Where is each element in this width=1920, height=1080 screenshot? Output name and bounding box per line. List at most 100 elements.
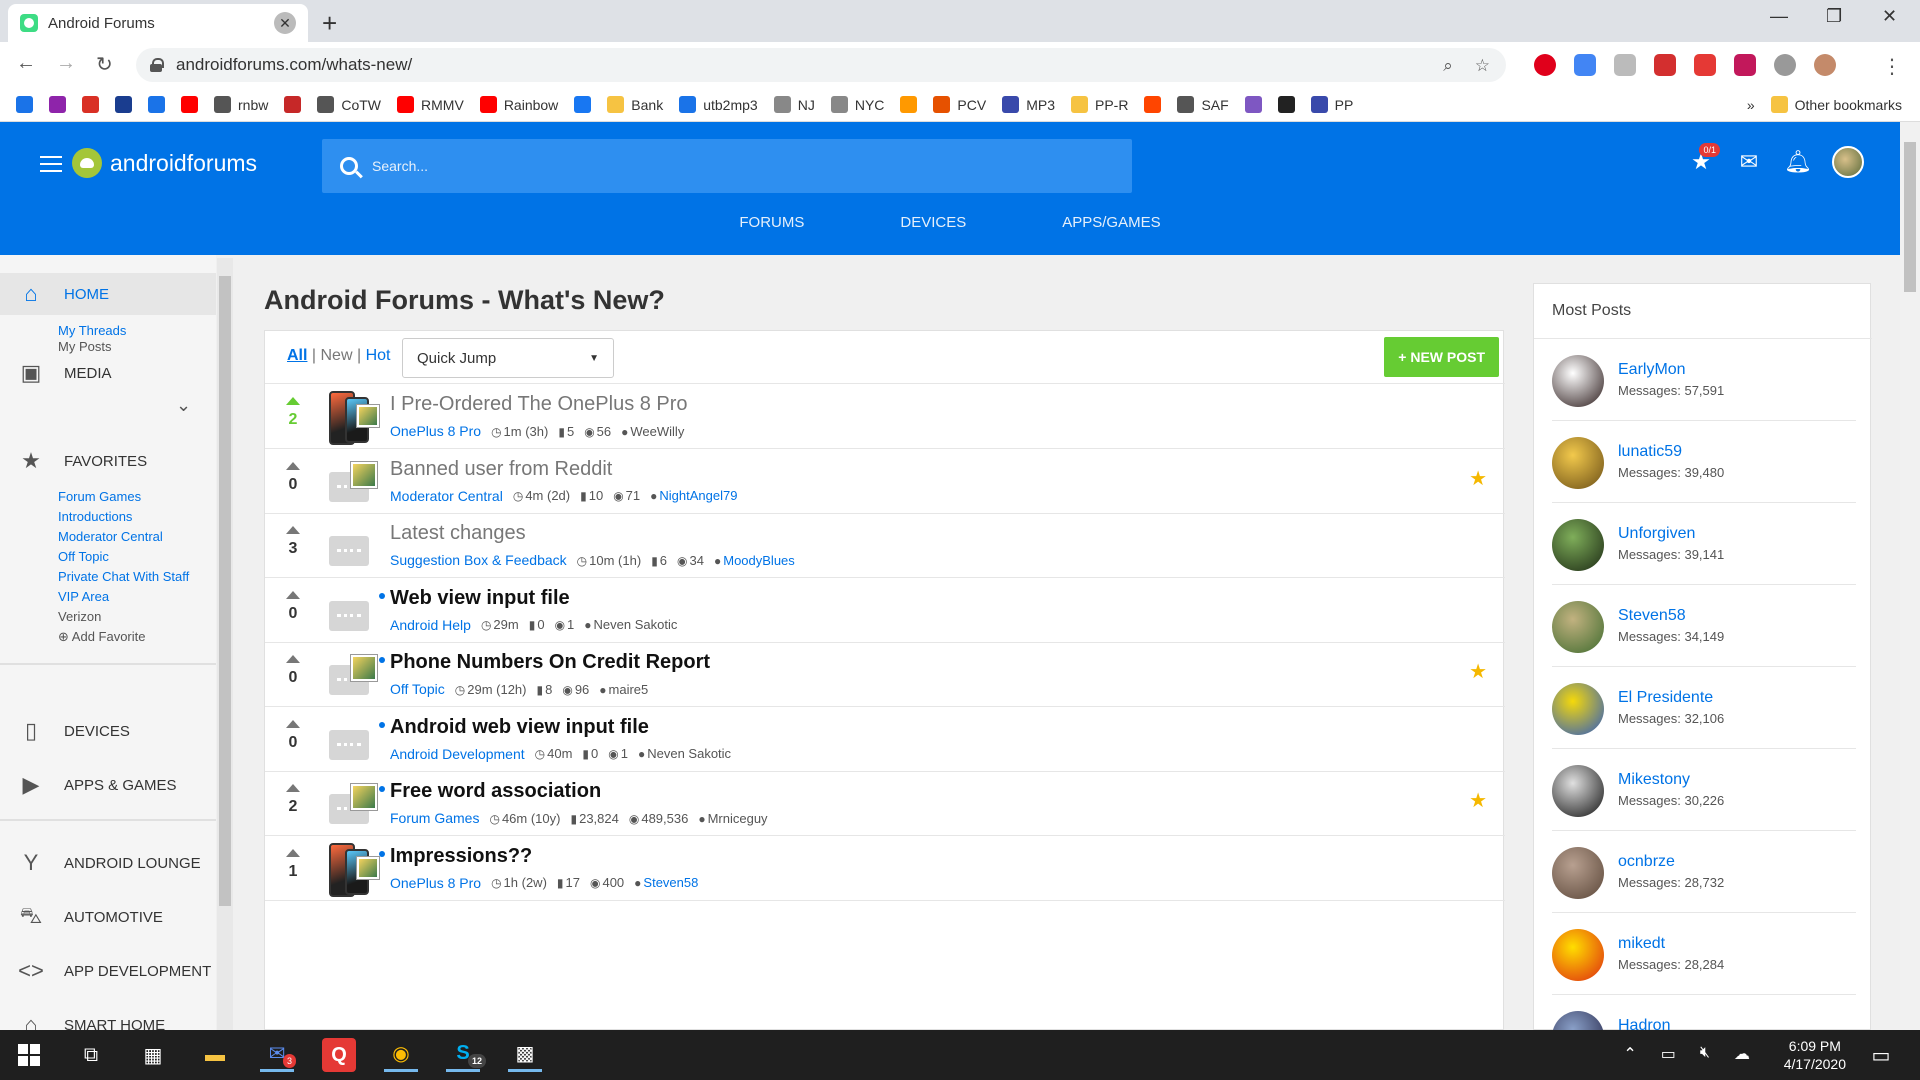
- other-bookmarks[interactable]: Other bookmarks: [1770, 96, 1902, 113]
- bookmarks-overflow-icon[interactable]: »: [1747, 97, 1755, 113]
- bookmark-item[interactable]: rnbw: [214, 96, 268, 113]
- thread-title[interactable]: Web view input file: [390, 587, 570, 610]
- calculator-icon[interactable]: ▦: [136, 1038, 170, 1072]
- bookmark-item[interactable]: PP-R: [1070, 96, 1128, 113]
- extension-icon[interactable]: [1534, 54, 1556, 76]
- bookmark-item[interactable]: [1244, 96, 1262, 113]
- extension-icon[interactable]: [1774, 54, 1796, 76]
- thread-author[interactable]: ● Steven58: [634, 875, 698, 890]
- thread-title[interactable]: Impressions??: [390, 845, 532, 868]
- bookmark-item[interactable]: PP: [1310, 96, 1353, 113]
- sidebar-apps-games[interactable]: ▶ APPS & GAMES: [0, 765, 216, 805]
- close-tab-icon[interactable]: ✕: [274, 12, 296, 34]
- sidebar-app-development[interactable]: <> APP DEVELOPMENT: [0, 951, 216, 991]
- bookmark-star-icon[interactable]: ☆: [1475, 56, 1490, 76]
- sidebar-devices[interactable]: ▯ DEVICES: [0, 711, 216, 751]
- extension-icon[interactable]: [1694, 54, 1716, 76]
- task-view-icon[interactable]: ⧉: [74, 1038, 108, 1072]
- new-post-button[interactable]: + NEW POST: [1384, 337, 1499, 377]
- sidebar-home[interactable]: ⌂ HOME: [0, 273, 216, 315]
- back-icon[interactable]: ←: [16, 52, 36, 75]
- avatar[interactable]: [1552, 929, 1604, 981]
- forward-icon[interactable]: →: [56, 52, 76, 75]
- thread-thumbnail[interactable]: [327, 842, 379, 897]
- bookmark-item[interactable]: [284, 96, 302, 113]
- star-icon[interactable]: ★: [1469, 788, 1487, 813]
- thread-row[interactable]: 1 Impressions?? OnePlus 8 Pro ◷ 1h (2w) ▮ 17 ◉ 4…: [265, 837, 1505, 901]
- avatar[interactable]: [1552, 765, 1604, 817]
- thread-thumbnail[interactable]: [327, 778, 379, 832]
- skype-icon[interactable]: S 12: [446, 1038, 486, 1072]
- browser-tab[interactable]: Android Forums ✕: [8, 4, 308, 42]
- sidebar-android-lounge[interactable]: Y ANDROID LOUNGE: [0, 843, 216, 883]
- favorite-private-chat[interactable]: Private Chat With Staff: [58, 569, 189, 584]
- bookmark-item[interactable]: Rainbow: [479, 96, 558, 113]
- bookmark-item[interactable]: [148, 96, 165, 113]
- new-tab-icon[interactable]: +: [322, 8, 337, 39]
- avatar[interactable]: [1552, 601, 1604, 653]
- thread-title[interactable]: Phone Numbers On Credit Report: [390, 651, 710, 674]
- thread-row[interactable]: 2 Free word association Forum Games ◷ 46m (1…: [265, 772, 1505, 836]
- add-user-icon[interactable]: ★ 0/1: [1688, 143, 1720, 175]
- thread-forum-link[interactable]: OnePlus 8 Pro: [390, 875, 481, 891]
- poster-name[interactable]: Unforgiven: [1618, 525, 1695, 543]
- thread-author[interactable]: ● NightAngel79: [650, 488, 737, 503]
- avatar[interactable]: [1552, 847, 1604, 899]
- avatar[interactable]: [1552, 683, 1604, 735]
- bookmark-item[interactable]: Bank: [607, 96, 663, 113]
- poster-name[interactable]: El Presidente: [1618, 689, 1713, 707]
- browser-menu-icon[interactable]: ⋮: [1882, 54, 1902, 79]
- upvote-icon[interactable]: [286, 590, 300, 599]
- bookmark-item[interactable]: CoTW: [317, 96, 381, 113]
- poster-name[interactable]: ocnbrze: [1618, 853, 1675, 871]
- thread-thumbnail[interactable]: [327, 714, 379, 768]
- extension-icon[interactable]: [1614, 54, 1636, 76]
- filter-hot[interactable]: Hot: [366, 347, 391, 364]
- extension-icon[interactable]: [1574, 54, 1596, 76]
- zoom-icon[interactable]: ⌕: [1443, 56, 1453, 76]
- add-favorite-link[interactable]: ⊕ Add Favorite: [58, 629, 146, 645]
- thread-row[interactable]: 0 Phone Numbers On Credit Report Off Topic…: [265, 643, 1505, 707]
- bookmark-item[interactable]: NJ: [773, 96, 815, 113]
- upvote-icon[interactable]: [286, 719, 300, 728]
- bookmark-item[interactable]: utb2mp3: [679, 96, 758, 113]
- thread-author[interactable]: ● WeeWilly: [621, 424, 684, 439]
- upvote-icon[interactable]: [286, 526, 300, 534]
- thread-forum-link[interactable]: OnePlus 8 Pro: [390, 423, 481, 439]
- bookmark-item[interactable]: [115, 96, 132, 113]
- page-scroll-thumb[interactable]: [1904, 142, 1916, 292]
- thread-thumbnail[interactable]: [327, 649, 379, 703]
- windows-start-icon[interactable]: [12, 1038, 46, 1072]
- sidebar-media[interactable]: ▣ MEDIA: [0, 353, 216, 393]
- thread-forum-link[interactable]: Off Topic: [390, 681, 445, 697]
- onedrive-icon[interactable]: ☁: [1734, 1044, 1750, 1064]
- thread-row[interactable]: 0 Banned user from Reddit Moderator Centra…: [265, 450, 1505, 514]
- upvote-icon[interactable]: [286, 848, 300, 857]
- chevron-up-icon[interactable]: ⌃: [1623, 1044, 1636, 1064]
- star-icon[interactable]: ★: [1469, 659, 1487, 684]
- thread-forum-link[interactable]: Android Development: [390, 746, 525, 762]
- favorite-vip-area[interactable]: VIP Area: [58, 589, 109, 604]
- nav-forums[interactable]: FORUMS: [691, 204, 852, 244]
- thread-author[interactable]: ● Neven Sakotic: [638, 746, 731, 761]
- thread-forum-link[interactable]: Suggestion Box & Feedback: [390, 552, 567, 568]
- upvote-icon[interactable]: [286, 784, 300, 792]
- notifications-icon[interactable]: ▭: [1864, 1038, 1898, 1072]
- page-scrollbar[interactable]: [1900, 122, 1920, 1030]
- sidebar-favorites[interactable]: ★ FAVORITES: [0, 441, 216, 481]
- thread-author[interactable]: ● Mrniceguy: [698, 811, 767, 826]
- bookmark-item[interactable]: [1144, 96, 1162, 113]
- poster-name[interactable]: Mikestony: [1618, 771, 1690, 789]
- bookmark-item[interactable]: [574, 96, 592, 113]
- sidebar-my-posts[interactable]: My Posts: [58, 339, 111, 354]
- bookmark-item[interactable]: [82, 96, 99, 113]
- close-window-icon[interactable]: ✕: [1882, 6, 1897, 27]
- bell-icon[interactable]: 🔔︎: [1784, 149, 1812, 175]
- thread-title[interactable]: Latest changes: [390, 522, 526, 545]
- menu-icon[interactable]: [40, 156, 62, 172]
- thread-thumbnail[interactable]: [327, 520, 379, 574]
- thread-author[interactable]: ● Neven Sakotic: [584, 617, 677, 632]
- upvote-icon[interactable]: [286, 461, 300, 470]
- avatar[interactable]: [1552, 355, 1604, 407]
- nav-apps-games[interactable]: APPS/GAMES: [1014, 204, 1208, 244]
